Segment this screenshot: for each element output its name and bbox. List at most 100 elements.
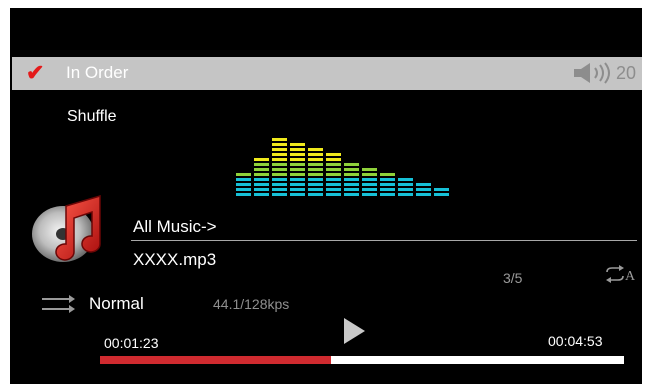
eq-bar-segment bbox=[326, 193, 341, 196]
eq-bar-segment bbox=[290, 183, 305, 186]
eq-bar-segment bbox=[362, 168, 377, 171]
eq-bar-segment bbox=[272, 163, 287, 166]
eq-bar-segment bbox=[326, 188, 341, 191]
progress-bar[interactable] bbox=[100, 356, 624, 364]
eq-bar-segment bbox=[308, 178, 323, 181]
eq-bar-segment bbox=[398, 188, 413, 191]
track-counter: 3/5 bbox=[503, 270, 523, 286]
music-player-screen: ✔ In Order 20 Shuffle All Music-> XXXX.m… bbox=[10, 8, 642, 384]
volume-level: 20 bbox=[616, 63, 637, 83]
eq-bar-segment bbox=[290, 178, 305, 181]
play-mode-label[interactable]: Normal bbox=[89, 294, 144, 314]
eq-bar-segment bbox=[344, 183, 359, 186]
eq-bar-segment bbox=[272, 173, 287, 176]
shuffle-menu-item[interactable]: Shuffle bbox=[67, 108, 117, 126]
eq-bar-segment bbox=[362, 178, 377, 181]
progress-fill bbox=[100, 356, 331, 364]
eq-bar-segment bbox=[290, 168, 305, 171]
eq-bar-segment bbox=[326, 163, 341, 166]
eq-bar-segment bbox=[272, 168, 287, 171]
play-order-label: In Order bbox=[66, 63, 129, 82]
eq-bar-segment bbox=[344, 178, 359, 181]
eq-bar-segment bbox=[254, 193, 269, 196]
eq-bar-segment bbox=[254, 188, 269, 191]
eq-bar-segment bbox=[254, 173, 269, 176]
eq-bar-segment bbox=[380, 193, 395, 196]
eq-bar-segment bbox=[308, 153, 323, 156]
track-name: XXXX.mp3 bbox=[133, 250, 217, 269]
eq-bar-segment bbox=[380, 178, 395, 181]
eq-bar-segment bbox=[236, 173, 251, 176]
eq-bar-segment bbox=[290, 143, 305, 146]
eq-bar-segment bbox=[254, 178, 269, 181]
repeat-a-icon[interactable]: A bbox=[603, 264, 637, 284]
eq-bar-segment bbox=[308, 173, 323, 176]
eq-bar-segment bbox=[290, 148, 305, 151]
eq-bar-segment bbox=[434, 193, 449, 196]
playlist-label[interactable]: All Music-> bbox=[133, 217, 217, 237]
eq-bar-segment bbox=[272, 178, 287, 181]
eq-bar-segment bbox=[308, 193, 323, 196]
eq-bar-segment bbox=[308, 188, 323, 191]
speaker-icon[interactable] bbox=[572, 62, 614, 84]
eq-bar-segment bbox=[290, 188, 305, 191]
eq-bar-segment bbox=[308, 183, 323, 186]
eq-bar-segment bbox=[326, 168, 341, 171]
checkmark-icon: ✔ bbox=[26, 60, 45, 85]
total-time: 00:04:53 bbox=[548, 333, 603, 349]
repeat-a-label: A bbox=[625, 269, 636, 284]
eq-bar-segment bbox=[416, 183, 431, 186]
eq-bar-segment bbox=[308, 148, 323, 151]
eq-bar-segment bbox=[272, 138, 287, 141]
eq-bar-segment bbox=[398, 183, 413, 186]
music-note-disc-icon bbox=[32, 194, 101, 262]
eq-bar-segment bbox=[380, 188, 395, 191]
eq-bar-segment bbox=[272, 158, 287, 161]
eq-bar-segment bbox=[236, 178, 251, 181]
shuffle-arrows-icon[interactable] bbox=[40, 292, 76, 316]
eq-bar-segment bbox=[308, 158, 323, 161]
eq-bar-segment bbox=[362, 193, 377, 196]
top-blank-area bbox=[10, 8, 642, 53]
eq-bar-segment bbox=[362, 183, 377, 186]
eq-bar-segment bbox=[362, 188, 377, 191]
eq-bar-segment bbox=[290, 158, 305, 161]
eq-bar-segment bbox=[362, 173, 377, 176]
eq-bar-segment bbox=[272, 193, 287, 196]
divider bbox=[131, 240, 637, 241]
eq-bar-segment bbox=[254, 163, 269, 166]
eq-bar-segment bbox=[326, 153, 341, 156]
eq-bar-segment bbox=[344, 163, 359, 166]
play-order-bar[interactable]: ✔ In Order 20 bbox=[12, 57, 642, 90]
eq-bar-segment bbox=[236, 183, 251, 186]
eq-bar-segment bbox=[344, 168, 359, 171]
eq-bar-segment bbox=[344, 188, 359, 191]
eq-bar-segment bbox=[398, 178, 413, 181]
eq-bar-segment bbox=[236, 188, 251, 191]
eq-bar-segment bbox=[434, 188, 449, 191]
eq-bar-segment bbox=[326, 178, 341, 181]
eq-bar-segment bbox=[254, 158, 269, 161]
elapsed-time: 00:01:23 bbox=[104, 335, 159, 351]
eq-bar-segment bbox=[236, 193, 251, 196]
eq-bar-segment bbox=[380, 183, 395, 186]
eq-bar-segment bbox=[290, 193, 305, 196]
eq-bar-segment bbox=[326, 183, 341, 186]
eq-bar-segment bbox=[290, 153, 305, 156]
eq-bar-segment bbox=[272, 183, 287, 186]
eq-bar-segment bbox=[272, 188, 287, 191]
eq-bar-segment bbox=[272, 143, 287, 146]
eq-bar-segment bbox=[308, 163, 323, 166]
eq-bar-segment bbox=[326, 173, 341, 176]
eq-bar-segment bbox=[308, 168, 323, 171]
eq-bar-segment bbox=[398, 193, 413, 196]
eq-bar-segment bbox=[380, 173, 395, 176]
spectrum-equalizer bbox=[236, 138, 449, 196]
eq-bar-segment bbox=[272, 148, 287, 151]
play-icon[interactable] bbox=[342, 317, 366, 345]
eq-bar-segment bbox=[272, 153, 287, 156]
eq-bar-segment bbox=[416, 188, 431, 191]
bitrate-label: 44.1/128kps bbox=[213, 296, 290, 312]
eq-bar-segment bbox=[254, 168, 269, 171]
eq-bar-segment bbox=[290, 173, 305, 176]
